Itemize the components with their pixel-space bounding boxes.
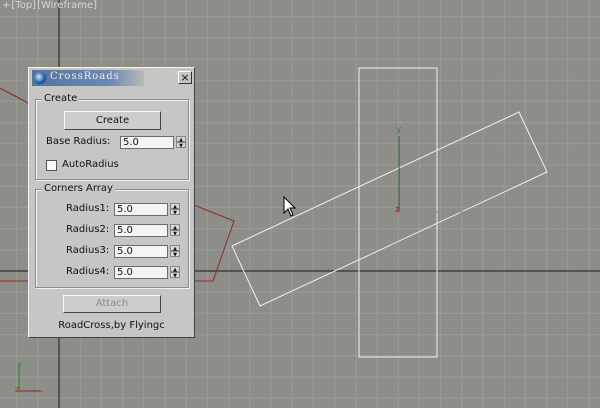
create-button[interactable]: Create [64, 111, 161, 130]
radius3-input[interactable]: 5.0 [114, 245, 168, 258]
tripod-z-label: z [15, 385, 19, 394]
road-diagonal [231, 111, 548, 307]
tripod-y-label: y [17, 360, 22, 369]
radius2-input[interactable]: 5.0 [114, 224, 168, 237]
radius1-label: Radius1: [66, 203, 110, 214]
radius3-spinner[interactable]: ▲ ▼ [170, 245, 180, 258]
tripod-x-label: x [40, 385, 45, 394]
spinner-down-icon[interactable]: ▼ [176, 142, 186, 149]
create-group-title: Create [42, 93, 80, 104]
spinner-down-icon[interactable]: ▼ [170, 230, 180, 237]
viewport-label[interactable]: +[Top][Wireframe] [2, 0, 98, 11]
radius4-input[interactable]: 5.0 [114, 266, 168, 279]
credit-text: RoadCross,by Flyingc [58, 320, 165, 331]
close-icon: × [180, 71, 190, 84]
app-logo-icon [34, 72, 46, 84]
mouse-cursor-icon [283, 196, 297, 217]
viewport-view-menu[interactable]: [Top] [11, 0, 36, 11]
viewport-shading-menu[interactable]: [Wireframe] [37, 0, 97, 11]
radius1-spinner[interactable]: ▲ ▼ [170, 203, 180, 216]
radius2-label: Radius2: [66, 224, 110, 235]
spinner-down-icon[interactable]: ▼ [170, 272, 180, 279]
spinner-down-icon[interactable]: ▼ [170, 251, 180, 258]
gizmo-z-label: z [395, 205, 400, 215]
gizmo-y-label: y [396, 125, 402, 135]
dialog-titlebar[interactable]: CrossRoads × [32, 70, 192, 86]
base-radius-spinner[interactable]: ▲ ▼ [176, 136, 186, 149]
base-radius-label: Base Radius: [46, 136, 111, 147]
radius4-spinner[interactable]: ▲ ▼ [170, 266, 180, 279]
corners-array-group: Corners Array Radius1: 5.0 ▲ ▼ Radius2: 5… [35, 183, 189, 288]
base-radius-input[interactable]: 5.0 [120, 136, 174, 149]
attach-button[interactable]: Attach [63, 295, 161, 313]
close-button[interactable]: × [178, 71, 192, 84]
spinner-down-icon[interactable]: ▼ [170, 209, 180, 216]
corners-array-title: Corners Array [42, 183, 115, 194]
radius4-label: Radius4: [66, 266, 110, 277]
crossroads-dialog: CrossRoads × Create Create Base Radius: … [28, 67, 195, 338]
autoradius-label[interactable]: AutoRadius [62, 159, 119, 170]
radius1-input[interactable]: 5.0 [114, 203, 168, 216]
dialog-title: CrossRoads [50, 71, 120, 82]
radius2-spinner[interactable]: ▲ ▼ [170, 224, 180, 237]
viewport-plus-menu[interactable]: + [2, 0, 10, 11]
radius3-label: Radius3: [66, 245, 110, 256]
create-group: Create Create Base Radius: 5.0 ▲ ▼ AutoRa… [35, 93, 189, 180]
gizmo-x-label: x [476, 204, 482, 214]
autoradius-checkbox[interactable] [46, 160, 57, 171]
